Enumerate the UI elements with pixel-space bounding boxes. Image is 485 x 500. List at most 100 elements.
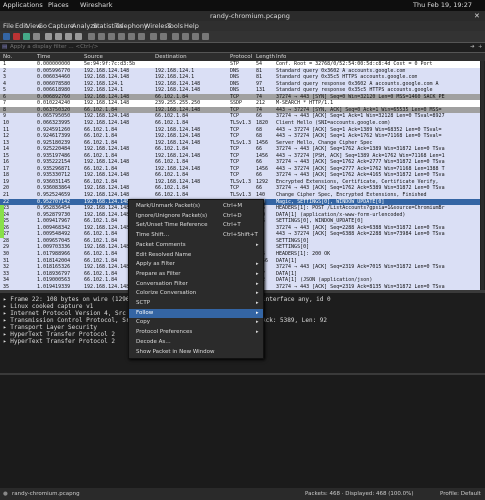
menu-help[interactable]: Help — [184, 21, 199, 31]
restart-capture-icon[interactable] — [23, 33, 30, 40]
context-menu-item-ignore-unignore-packet-s[interactable]: Ignore/Unignore Packet(s) Ctrl+D — [129, 212, 263, 221]
close-file-icon[interactable] — [65, 33, 72, 40]
detail-tree-item[interactable]: ▸ Internet Protocol Version 4, Src — [3, 310, 126, 317]
capture-options-icon[interactable] — [33, 33, 40, 40]
context-menu-item-apply-as-filter[interactable]: Apply as Filter ▸ — [129, 260, 263, 269]
detail-tree-item[interactable]: ▸ HyperText Transfer Protocol 2 — [3, 338, 115, 345]
display-filter-input[interactable] — [10, 43, 465, 51]
menu-telephony[interactable]: Telephony — [115, 21, 148, 31]
packet-context-menu: Mark/Unmark Packet(s) Ctrl+M Ignore/Unigno… — [128, 199, 264, 359]
autoscroll-icon[interactable] — [150, 33, 157, 40]
detail-tree-item[interactable]: ▸ Linux cooked capture v1 — [3, 303, 93, 310]
menu-item-label: Edit Resolved Name — [136, 251, 192, 258]
context-menu-item-protocol-preferences[interactable]: Protocol Preferences ▸ — [129, 328, 263, 337]
packet-bytes-pane[interactable] — [0, 373, 485, 490]
save-file-icon[interactable] — [55, 33, 62, 40]
detail-tree-item[interactable]: ▸ HyperText Transfer Protocol 2 — [3, 331, 115, 338]
packet-counts: Packets: 468 · Displayed: 468 (100.0%) — [305, 491, 414, 497]
expert-info-icon[interactable]: ● — [3, 488, 8, 500]
menu-item-label: Show Packet in New Window — [136, 348, 215, 355]
start-capture-icon[interactable] — [3, 33, 10, 40]
submenu-arrow-icon: ▸ — [256, 290, 259, 297]
menu-item-label: Protocol Preferences — [136, 329, 193, 336]
go-forward-icon[interactable] — [108, 33, 115, 40]
resize-columns-icon[interactable] — [202, 33, 209, 40]
menu-capture[interactable]: Capture — [48, 21, 74, 31]
close-icon[interactable]: ✕ — [474, 11, 480, 21]
context-menu-item-sctp[interactable]: SCTP ▸ — [129, 299, 263, 308]
menu-file[interactable]: File — [3, 21, 14, 31]
submenu-arrow-icon: ▸ — [256, 241, 259, 248]
col-protocol[interactable]: Protocol — [230, 53, 252, 61]
detail-continuation: Ack: 5389, Len: 92 — [262, 317, 328, 324]
menu-item-label: Ignore/Unignore Packet(s) — [136, 212, 208, 219]
col-source[interactable]: Source — [84, 53, 103, 61]
apply-filter-arrow-icon[interactable]: ➜ — [470, 43, 475, 52]
normal-size-icon[interactable] — [192, 33, 199, 40]
submenu-arrow-icon: ▸ — [256, 270, 259, 277]
wireshark-app-menu[interactable]: Wireshark — [80, 0, 113, 11]
datetime: Thu Feb 19, 19:27 — [413, 1, 472, 9]
go-back-icon[interactable] — [98, 33, 105, 40]
menu-tools[interactable]: Tools — [167, 21, 183, 31]
submenu-arrow-icon: ▸ — [256, 261, 259, 268]
packet-list-scrollbar[interactable] — [481, 61, 484, 290]
applications-menu[interactable]: Applications — [3, 0, 43, 11]
submenu-arrow-icon: ▸ — [256, 309, 259, 316]
first-packet-icon[interactable] — [128, 33, 135, 40]
bookmark-icon[interactable]: ▤ — [2, 43, 7, 52]
menu-item-label: Conversation Filter — [136, 280, 188, 287]
col-info[interactable]: Info — [276, 53, 286, 61]
detail-tree-item[interactable]: ▸ Transport Layer Security — [3, 324, 97, 331]
packet-list-header: No. Time Source Destination Protocol Len… — [0, 53, 485, 61]
capture-file-name: randy-chromium.pcapng — [12, 491, 80, 497]
detail-label: Transport Layer Security — [10, 324, 97, 331]
menu-item-label: Apply as Filter — [136, 261, 175, 268]
menu-go[interactable]: Go — [38, 21, 47, 31]
context-menu-item-show-packet-in-new-window[interactable]: Show Packet in New Window — [129, 348, 263, 357]
status-bar: ● randy-chromium.pcapng Packets: 468 · D… — [0, 488, 485, 500]
last-packet-icon[interactable] — [138, 33, 145, 40]
menu-item-label: Decode As… — [136, 338, 171, 345]
profile-label[interactable]: Profile: Default — [440, 488, 481, 500]
context-menu-item-mark-unmark-packet-s[interactable]: Mark/Unmark Packet(s) Ctrl+M — [129, 202, 263, 211]
zoom-out-icon[interactable] — [182, 33, 189, 40]
context-menu-item-colorize-conversation[interactable]: Colorize Conversation ▸ — [129, 289, 263, 298]
context-menu-item-decode-as[interactable]: Decode As… — [129, 338, 263, 347]
detail-tree-item[interactable]: ▸ Transmission Control Protocol, Src — [3, 317, 133, 324]
main-toolbar — [0, 31, 485, 42]
zoom-in-icon[interactable] — [172, 33, 179, 40]
context-menu-item-prepare-as-filter[interactable]: Prepare as Filter ▸ — [129, 270, 263, 279]
submenu-arrow-icon: ▸ — [256, 300, 259, 306]
col-destination[interactable]: Destination — [155, 53, 187, 61]
stop-capture-icon[interactable] — [13, 33, 20, 40]
col-no[interactable]: No. — [3, 53, 12, 61]
find-packet-icon[interactable] — [88, 33, 95, 40]
context-menu-item-packet-comments[interactable]: Packet Comments ▸ — [129, 241, 263, 250]
context-menu-item-edit-resolved-name[interactable]: Edit Resolved Name — [129, 251, 263, 260]
submenu-arrow-icon: ▸ — [256, 329, 259, 336]
go-to-packet-icon[interactable] — [118, 33, 125, 40]
places-menu[interactable]: Places — [48, 0, 69, 11]
col-time[interactable]: Time — [37, 53, 50, 61]
context-menu-item-time-shift[interactable]: Time Shift… Ctrl+Shift+T — [129, 231, 263, 240]
colorize-icon[interactable] — [160, 33, 167, 40]
context-menu-item-conversation-filter[interactable]: Conversation Filter ▸ — [129, 280, 263, 289]
add-filter-plus-icon[interactable]: + — [478, 43, 483, 52]
detail-label: HyperText Transfer Protocol 2 — [10, 331, 115, 338]
related-packet-marker — [0, 231, 4, 239]
col-length[interactable]: Length — [256, 53, 275, 61]
menu-item-label: Packet Comments — [136, 241, 186, 248]
open-file-icon[interactable] — [45, 33, 52, 40]
menu-item-label: Prepare as Filter — [136, 270, 181, 277]
reload-icon[interactable] — [75, 33, 82, 40]
context-menu-item-follow[interactable]: Follow ▸ — [129, 308, 263, 319]
menu-item-label: Set/Unset Time Reference — [136, 222, 208, 229]
detail-tree-item[interactable]: ▸ Frame 22: 108 bytes on wire (1296 — [3, 296, 129, 303]
menubar: File Edit View Go Capture Analyze Statistics Te… — [0, 21, 485, 31]
window-titlebar: randy-chromium.pcapng ✕ — [0, 11, 485, 21]
detail-continuation: interface any, id 0 — [262, 296, 331, 303]
submenu-arrow-icon: ▸ — [256, 319, 259, 326]
context-menu-item-set-unset-time-reference[interactable]: Set/Unset Time Reference Ctrl+T — [129, 221, 263, 230]
context-menu-item-copy[interactable]: Copy ▸ — [129, 318, 263, 327]
